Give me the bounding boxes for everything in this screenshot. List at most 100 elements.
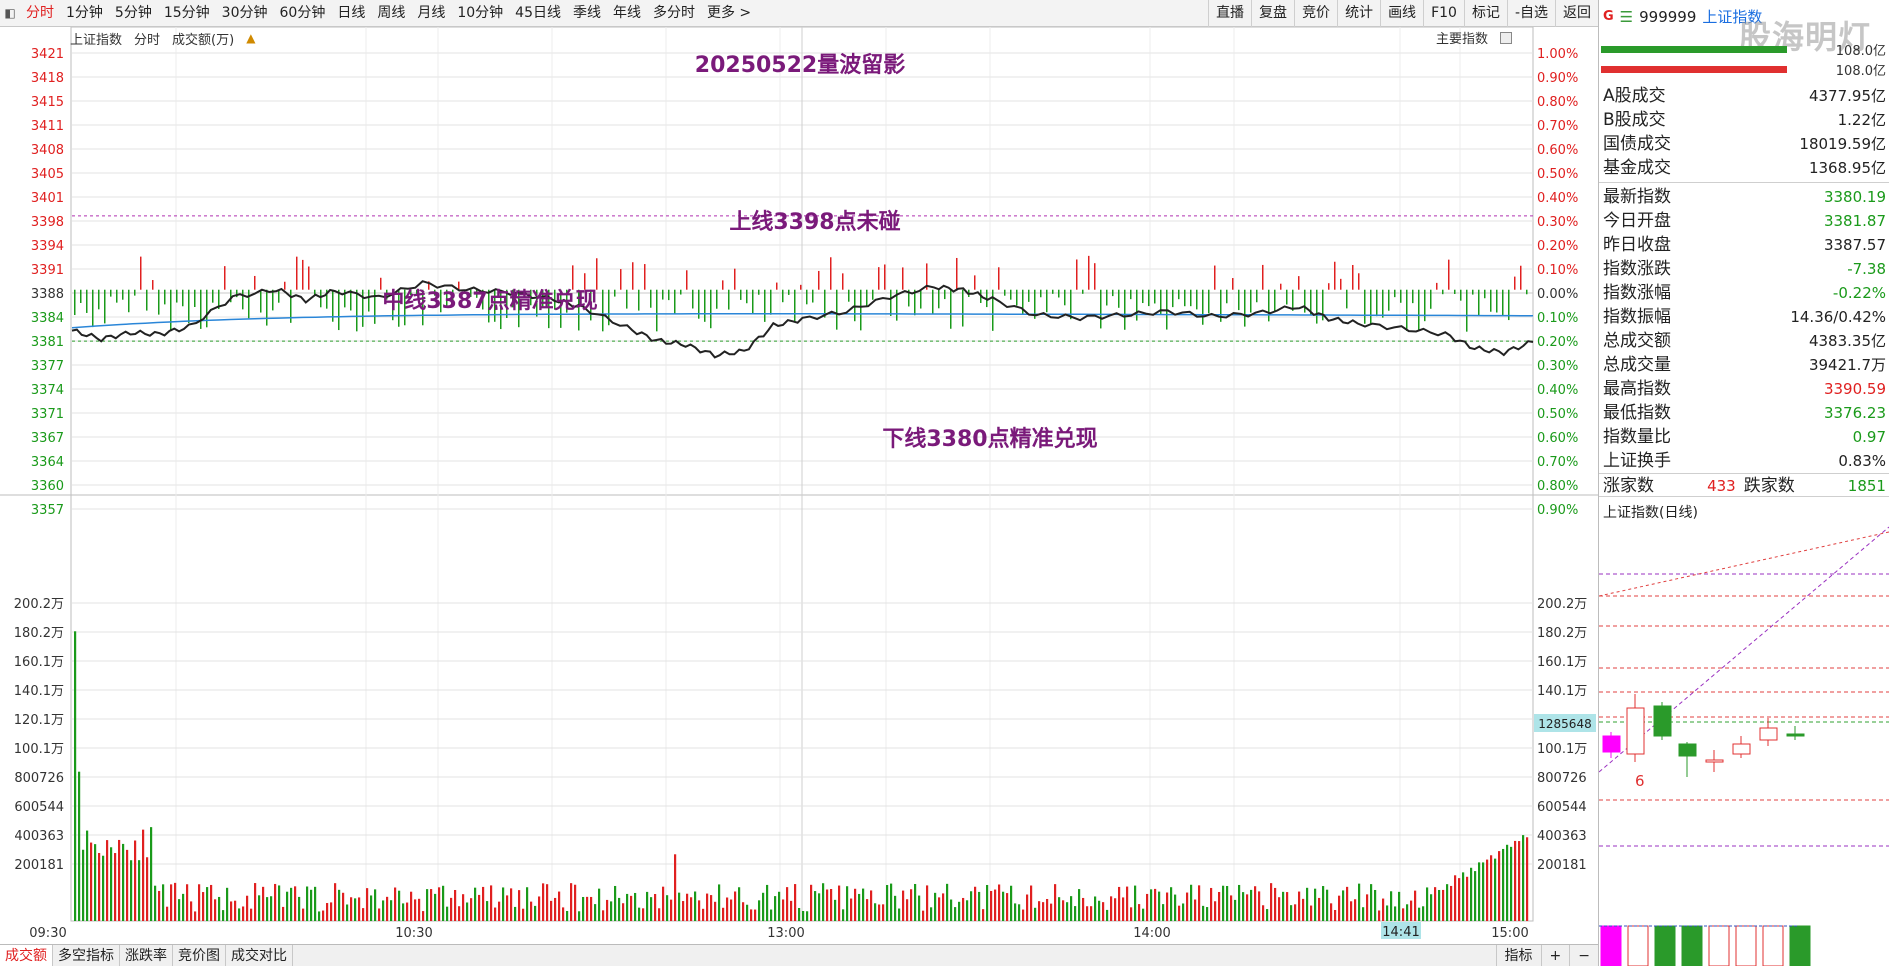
period-tab[interactable]: 45日线: [509, 0, 567, 27]
volume-bar-down: [1070, 896, 1073, 921]
indicator-tab[interactable]: 涨跌率: [120, 944, 173, 966]
period-tab[interactable]: 日线: [331, 0, 371, 27]
volume-bar-up: [878, 904, 881, 921]
chart-header: 上证指数 分时 成交额(万) ▲: [70, 28, 255, 48]
sentiment-bar-down: [1064, 289, 1066, 306]
sentiment-bar-down: [194, 289, 196, 308]
expand-icon[interactable]: [1500, 31, 1513, 44]
volume-bar-down: [178, 899, 181, 921]
period-tab[interactable]: 30分钟: [216, 0, 274, 27]
stat-label: 最高指数: [1603, 379, 1671, 399]
group-badge[interactable]: G: [1603, 9, 1614, 24]
main-index-button[interactable]: 主要指数: [1436, 28, 1488, 47]
volume-bar-up: [882, 904, 885, 921]
add-pane-button[interactable]: +: [1540, 944, 1570, 966]
volume-bar-up: [106, 840, 109, 921]
daily-kline-chart[interactable]: 6: [1599, 522, 1889, 966]
period-tab[interactable]: 60分钟: [274, 0, 332, 27]
volume-bar-down: [1306, 887, 1309, 921]
intraday-chart-svg[interactable]: 3421 1.00% 3418 0.90% 3415 0.80% 3411 0.70% 3408…: [0, 27, 1598, 944]
menu-icon[interactable]: ☰: [1620, 8, 1633, 26]
sentiment-bar-down: [1058, 289, 1060, 298]
volume-bar-up: [1138, 904, 1141, 921]
chart-indicator-name[interactable]: 成交额(万): [172, 29, 234, 48]
volume-bar-down: [534, 905, 537, 921]
sentiment-bar-down: [158, 289, 160, 315]
period-tab[interactable]: 10分钟: [451, 0, 509, 27]
toolbar-action-button[interactable]: 竞价: [1294, 0, 1337, 27]
chart-mode[interactable]: 分时: [134, 29, 160, 48]
sentiment-bar-up: [902, 267, 904, 290]
toolbar-action-button[interactable]: 复盘: [1251, 0, 1294, 27]
toolbar-action-button[interactable]: -自选: [1506, 0, 1555, 27]
toolbar-action-button[interactable]: 画线: [1380, 0, 1423, 27]
volume-bar-up: [482, 886, 485, 921]
sentiment-bar-down: [1154, 289, 1156, 304]
volume-bar-up: [1082, 897, 1085, 921]
volume-bar-down: [154, 885, 157, 921]
volume-bar-up: [1318, 897, 1321, 921]
sentiment-bar-down: [116, 289, 118, 303]
index-stat-row: 昨日收盘 3387.57: [1599, 233, 1889, 257]
toolbar-action-button[interactable]: 统计: [1337, 0, 1380, 27]
sentiment-bar-up: [800, 284, 802, 290]
sentiment-bar-down: [1460, 289, 1462, 301]
panel-toggle-icon[interactable]: ◧: [0, 0, 20, 27]
volume-bar-up: [1450, 885, 1453, 921]
toolbar-action-button[interactable]: F10: [1423, 0, 1464, 27]
volume-bar-down: [466, 902, 469, 921]
volume-bar-up: [366, 888, 369, 921]
volume-bar-down: [502, 887, 505, 921]
period-tab[interactable]: 多分时: [647, 0, 701, 27]
volume-bar-down: [1398, 891, 1401, 921]
sentiment-bar-down: [1208, 289, 1210, 314]
remove-pane-button[interactable]: −: [1569, 944, 1598, 966]
period-tab[interactable]: 周线: [371, 0, 411, 27]
toolbar-action-button[interactable]: 返回: [1555, 0, 1598, 27]
period-tab[interactable]: 5分钟: [109, 0, 158, 27]
period-tab[interactable]: 15分钟: [158, 0, 216, 27]
toolbar-action-button[interactable]: 直播: [1208, 0, 1251, 27]
bell-icon[interactable]: ▲: [246, 31, 255, 45]
volume-bar-down: [858, 893, 861, 921]
period-tab[interactable]: 1分钟: [60, 0, 109, 27]
volume-bar-down: [1190, 884, 1193, 921]
period-tab[interactable]: 年线: [607, 0, 647, 27]
stat-value: 3381.87: [1823, 212, 1886, 230]
indicator-tab[interactable]: 多空指标: [53, 944, 120, 966]
sentiment-bar-up: [632, 262, 634, 290]
volume-bar-up: [1054, 884, 1057, 921]
volume-bar-down: [778, 891, 781, 921]
volume-bar-up: [274, 883, 277, 921]
period-tab[interactable]: 更多 >: [701, 0, 757, 27]
volume-bar-down: [434, 893, 437, 921]
volume-bar-down: [846, 886, 849, 921]
volume-bar-down: [1342, 890, 1345, 921]
volume-axis-label: 200.2万: [14, 597, 64, 612]
price-axis-label: 3408: [31, 143, 64, 158]
kline-candle: [1705, 759, 1724, 763]
volume-bar-up: [670, 899, 673, 921]
toolbar-action-button[interactable]: 标记: [1463, 0, 1507, 27]
period-tab[interactable]: 季线: [567, 0, 607, 27]
volume-bar-down: [1034, 907, 1037, 921]
indicator-menu-button[interactable]: 指标: [1495, 944, 1541, 966]
sentiment-bar-down: [176, 289, 178, 303]
stat-value: 3390.59: [1823, 380, 1886, 398]
sentiment-bar-down: [110, 289, 112, 297]
indicator-tab[interactable]: 竞价图: [173, 944, 226, 966]
period-tab[interactable]: 月线: [411, 0, 451, 27]
sentiment-bar-up: [1214, 265, 1216, 290]
sentiment-bar-down: [1136, 289, 1138, 321]
indicator-tab[interactable]: 成交对比: [226, 944, 293, 966]
volume-bar-down: [286, 891, 289, 921]
volume-axis-label: 200181: [14, 858, 64, 873]
sentiment-bar-up: [1340, 278, 1342, 290]
period-tab[interactable]: 分时: [20, 0, 60, 27]
sentiment-bar-down: [794, 289, 796, 322]
volume-bar-up: [1270, 883, 1273, 921]
kline-volume-bar: [1681, 925, 1703, 966]
sentiment-bar-up: [380, 277, 382, 290]
index-stat-row: 最新指数 3380.19: [1599, 185, 1889, 209]
indicator-tab[interactable]: 成交额: [0, 944, 53, 966]
